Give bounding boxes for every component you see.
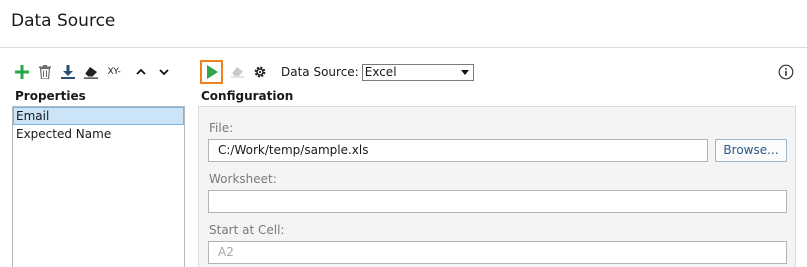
eraser-icon[interactable] <box>227 62 247 82</box>
chevron-down-icon <box>460 69 469 75</box>
list-item[interactable]: Expected Name <box>13 125 184 143</box>
page-title: Data Source <box>11 11 116 31</box>
title-bar: Data Source <box>0 0 807 48</box>
xy-icon[interactable]: XY- <box>104 62 124 82</box>
worksheet-field[interactable] <box>208 190 787 213</box>
chevron-up-icon[interactable] <box>131 62 151 82</box>
chevron-down-icon[interactable] <box>154 62 174 82</box>
data-source-label: Data Source: <box>281 65 359 79</box>
eraser-icon[interactable] <box>81 62 101 82</box>
start-cell-label: Start at Cell: <box>209 223 285 237</box>
info-icon[interactable] <box>778 64 794 80</box>
trash-icon[interactable] <box>35 62 55 82</box>
file-field[interactable]: C:/Work/temp/sample.xls <box>208 139 708 162</box>
configuration-panel: File: C:/Work/temp/sample.xls Browse... … <box>198 106 796 267</box>
browse-button[interactable]: Browse... <box>715 139 787 162</box>
properties-heading: Properties <box>15 89 86 103</box>
plus-icon[interactable] <box>12 62 32 82</box>
play-icon <box>206 65 218 79</box>
file-label: File: <box>209 121 234 135</box>
start-cell-field[interactable]: A2 <box>208 241 787 264</box>
configuration-toolbar: Data Source: Excel <box>200 60 474 84</box>
properties-toolbar: XY- <box>12 62 177 82</box>
list-item[interactable]: Email <box>13 107 184 125</box>
configuration-heading: Configuration <box>201 89 294 103</box>
worksheet-label: Worksheet: <box>209 172 277 186</box>
data-source-select[interactable]: Excel <box>361 63 474 81</box>
gear-icon[interactable] <box>250 62 270 82</box>
data-source-value: Excel <box>364 64 397 79</box>
properties-list: Email Expected Name <box>12 106 185 267</box>
run-button[interactable] <box>200 60 223 84</box>
download-icon[interactable] <box>58 62 78 82</box>
